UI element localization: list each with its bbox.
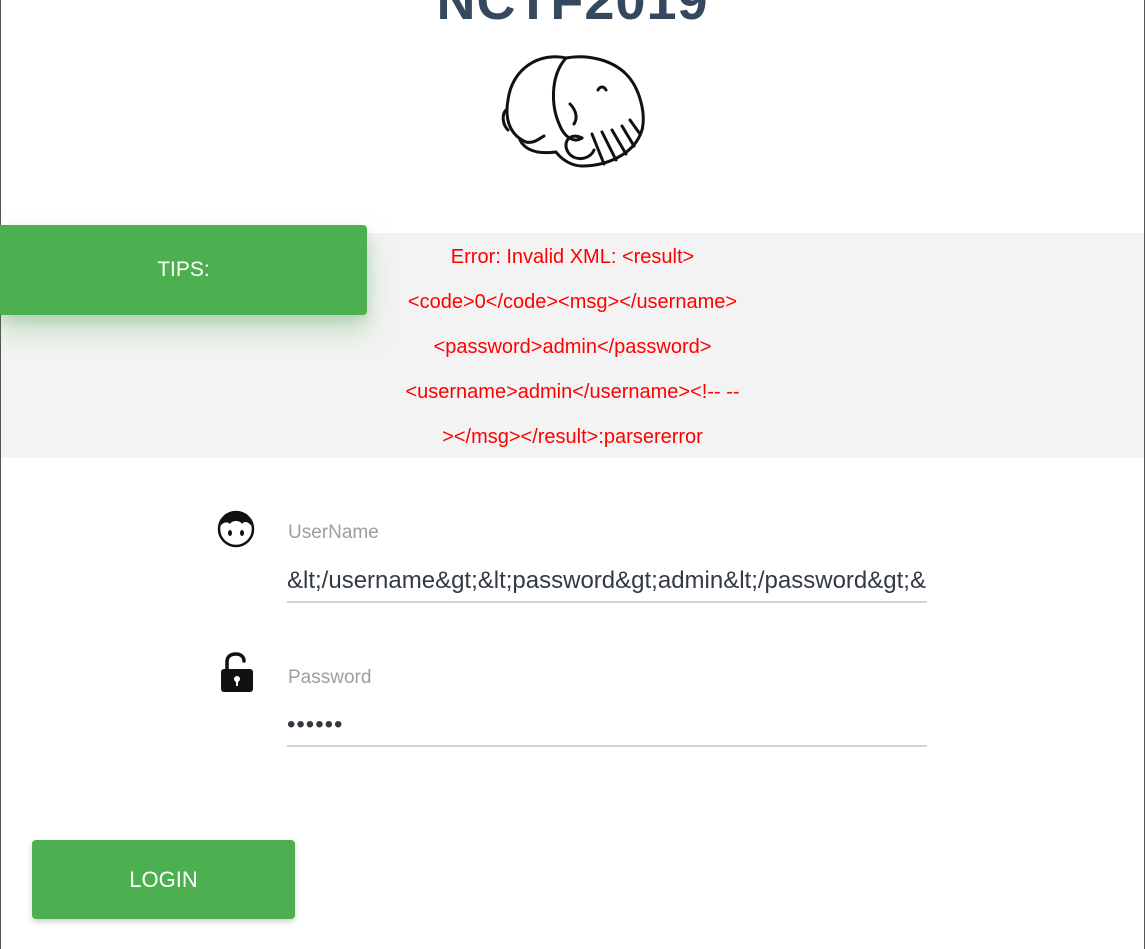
login-button[interactable]: LOGIN [32, 840, 295, 919]
error-line: ></msg></result>:parsererror [442, 426, 703, 448]
error-message: Error: Invalid XML: <result> <code>0</co… [370, 235, 775, 460]
unlock-icon [221, 652, 253, 692]
window-left-border [0, 0, 1, 949]
elephant-icon [501, 55, 645, 168]
page-title: NCTF2019 [436, 0, 709, 31]
password-label: Password [288, 667, 372, 688]
username-label: UserName [288, 522, 379, 543]
error-line: <password>admin</password> [433, 336, 712, 358]
password-input[interactable] [287, 705, 927, 747]
user-icon [217, 510, 255, 548]
error-line: <username>admin</username><!-- -- [405, 381, 740, 403]
error-line: <code>0</code><msg></username> [407, 291, 738, 313]
tips-button[interactable]: TIPS: [0, 225, 367, 315]
error-line: Error: Invalid XML: <result> [450, 246, 695, 268]
username-input[interactable] [287, 561, 927, 603]
